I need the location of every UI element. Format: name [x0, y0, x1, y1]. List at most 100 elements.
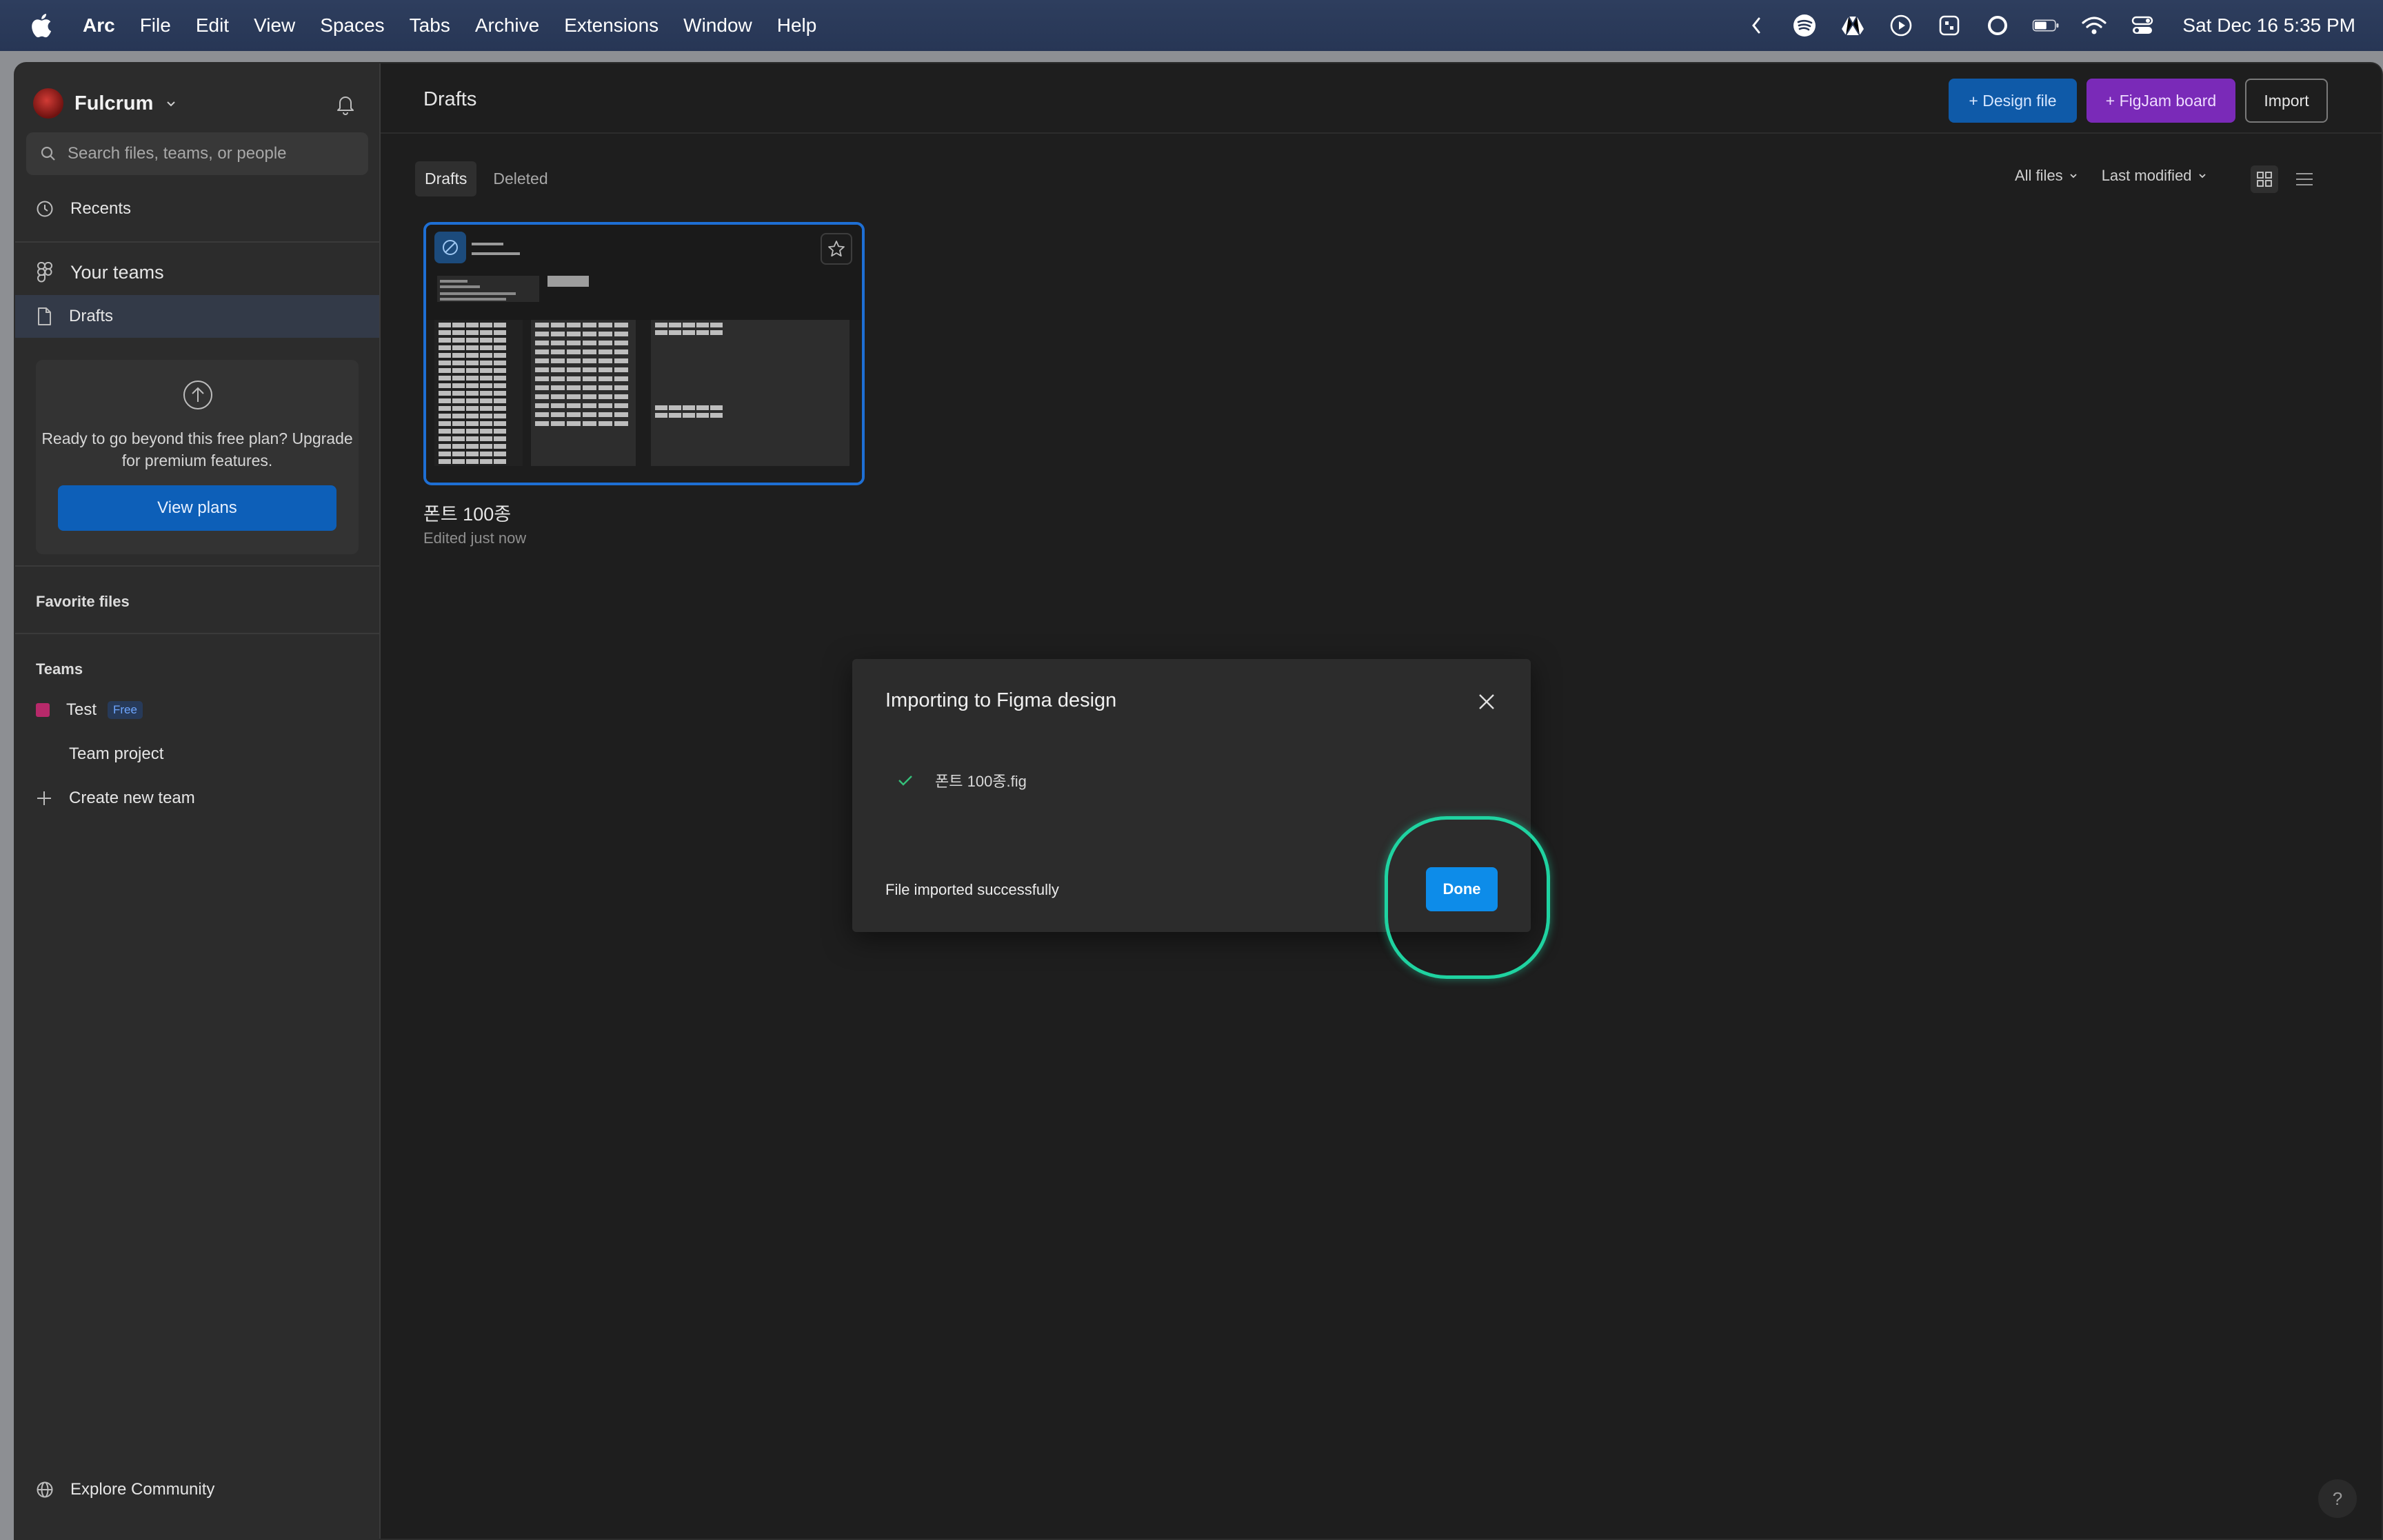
- thumbnail-cell: [439, 452, 451, 456]
- tab-deleted[interactable]: Deleted: [483, 161, 557, 196]
- checkmark-icon: [898, 776, 912, 786]
- thumbnail-cell: [535, 412, 549, 417]
- thumbnail-cell: [452, 323, 465, 327]
- star-icon[interactable]: [821, 233, 852, 265]
- drive-icon[interactable]: [1839, 12, 1867, 39]
- file-type-filter[interactable]: All files: [2015, 167, 2078, 185]
- file-name[interactable]: 폰트 100종: [423, 499, 511, 526]
- help-button[interactable]: ?: [2318, 1479, 2357, 1518]
- menu-view[interactable]: View: [241, 0, 308, 51]
- team-name: Test: [66, 700, 97, 719]
- menu-spaces[interactable]: Spaces: [308, 0, 396, 51]
- thumbnail-cell: [696, 413, 709, 418]
- create-team-label: Create new team: [69, 789, 195, 807]
- menu-window[interactable]: Window: [671, 0, 765, 51]
- thumbnail-cell: [466, 421, 479, 426]
- thumbnail-cell: [466, 429, 479, 434]
- thumbnail-cell: [480, 345, 492, 350]
- thumbnail-cell: [494, 391, 506, 396]
- thumbnail-cell: [599, 341, 612, 345]
- thumbnail-cell: [452, 459, 465, 464]
- chevron-down-icon: [167, 101, 176, 107]
- menu-clock[interactable]: Sat Dec 16 5:35 PM: [2182, 14, 2355, 37]
- thumbnail-text-line: [440, 292, 516, 295]
- figma-icon: [37, 262, 52, 283]
- view-plans-button[interactable]: View plans: [58, 485, 336, 531]
- page-title: Drafts: [423, 88, 477, 110]
- list-view-icon[interactable]: [2291, 165, 2318, 193]
- thumbnail-cell: [480, 444, 492, 449]
- apple-icon[interactable]: [26, 10, 57, 41]
- close-icon[interactable]: [1473, 688, 1500, 716]
- grid-view-icon[interactable]: [2251, 165, 2278, 193]
- thumbnail-cell: [655, 330, 667, 335]
- thumbnail-cell: [439, 421, 451, 426]
- thumbnail-cell: [439, 338, 451, 343]
- thumbnail-cell: [452, 421, 465, 426]
- thumbnail-cell: [439, 444, 451, 449]
- sidebar-item-team-project[interactable]: Team project: [69, 744, 163, 764]
- sort-dropdown[interactable]: Last modified: [2102, 167, 2207, 185]
- import-button[interactable]: Import: [2245, 79, 2328, 123]
- new-design-file-button[interactable]: + Design file: [1949, 79, 2077, 123]
- play-circle-icon[interactable]: [1887, 12, 1915, 39]
- thumbnail-panel: [651, 320, 849, 466]
- menu-file[interactable]: File: [128, 0, 183, 51]
- chevron-left-icon[interactable]: [1742, 12, 1770, 39]
- thumbnail-cell: [466, 383, 479, 388]
- thumbnail-cell: [466, 444, 479, 449]
- thumbnail-cell: [466, 338, 479, 343]
- menu-tabs[interactable]: Tabs: [397, 0, 463, 51]
- search-input[interactable]: [68, 144, 357, 163]
- sidebar-item-recents[interactable]: Recents: [15, 189, 379, 229]
- thumbnail-cell: [452, 376, 465, 381]
- record-circle-icon[interactable]: [1984, 12, 2011, 39]
- spotify-icon[interactable]: [1791, 12, 1818, 39]
- thumbnail-cell: [583, 385, 596, 390]
- thumbnail-cell: [439, 436, 451, 441]
- thumbnail-cell: [439, 391, 451, 396]
- file-card[interactable]: [423, 222, 865, 485]
- thumbnail-cell: [466, 398, 479, 403]
- grid-app-icon[interactable]: [1935, 12, 1963, 39]
- thumbnail-cell: [439, 398, 451, 403]
- thumbnail-cell: [480, 338, 492, 343]
- thumbnail-cell: [452, 391, 465, 396]
- thumbnail-cell: [669, 413, 681, 418]
- thumbnail-cell: [655, 405, 667, 410]
- control-center-icon[interactable]: [2129, 12, 2156, 39]
- menu-extensions[interactable]: Extensions: [552, 0, 671, 51]
- explore-community-link[interactable]: Explore Community: [15, 1472, 379, 1507]
- battery-icon[interactable]: [2032, 12, 2060, 39]
- sidebar-item-your-teams[interactable]: Your teams: [15, 251, 379, 294]
- thumbnail-cell: [439, 361, 451, 365]
- thumbnail-cell: [480, 436, 492, 441]
- favorite-files-heading[interactable]: Favorite files: [36, 593, 130, 611]
- sidebar-item-label: Drafts: [69, 307, 114, 325]
- thumbnail-cell: [567, 332, 581, 336]
- menu-help[interactable]: Help: [765, 0, 829, 51]
- org-switcher[interactable]: Fulcrum: [33, 84, 178, 123]
- thumbnail-cell: [480, 398, 492, 403]
- sidebar-item-drafts[interactable]: Drafts: [15, 295, 379, 338]
- thumbnail-cell: [583, 394, 596, 399]
- thumbnail-cell: [551, 323, 565, 327]
- thumbnail-cell: [535, 332, 549, 336]
- thumbnail-cell: [480, 391, 492, 396]
- thumbnail-cell: [567, 358, 581, 363]
- thumbnail-cell: [480, 414, 492, 418]
- create-team-button[interactable]: Create new team: [36, 789, 195, 808]
- menu-archive[interactable]: Archive: [463, 0, 552, 51]
- tab-drafts[interactable]: Drafts: [415, 161, 477, 196]
- sidebar-team-test[interactable]: Test Free: [36, 700, 143, 720]
- thumbnail-cell: [583, 421, 596, 426]
- thumbnail-cell: [551, 421, 565, 426]
- menu-arc[interactable]: Arc: [70, 0, 128, 51]
- thumbnail-cell: [439, 459, 451, 464]
- bell-icon[interactable]: [331, 90, 360, 119]
- thumbnail-cell: [583, 323, 596, 327]
- new-figjam-board-button[interactable]: + FigJam board: [2087, 79, 2235, 123]
- thumbnail-cell: [614, 367, 628, 372]
- wifi-icon[interactable]: [2080, 12, 2108, 39]
- menu-edit[interactable]: Edit: [183, 0, 241, 51]
